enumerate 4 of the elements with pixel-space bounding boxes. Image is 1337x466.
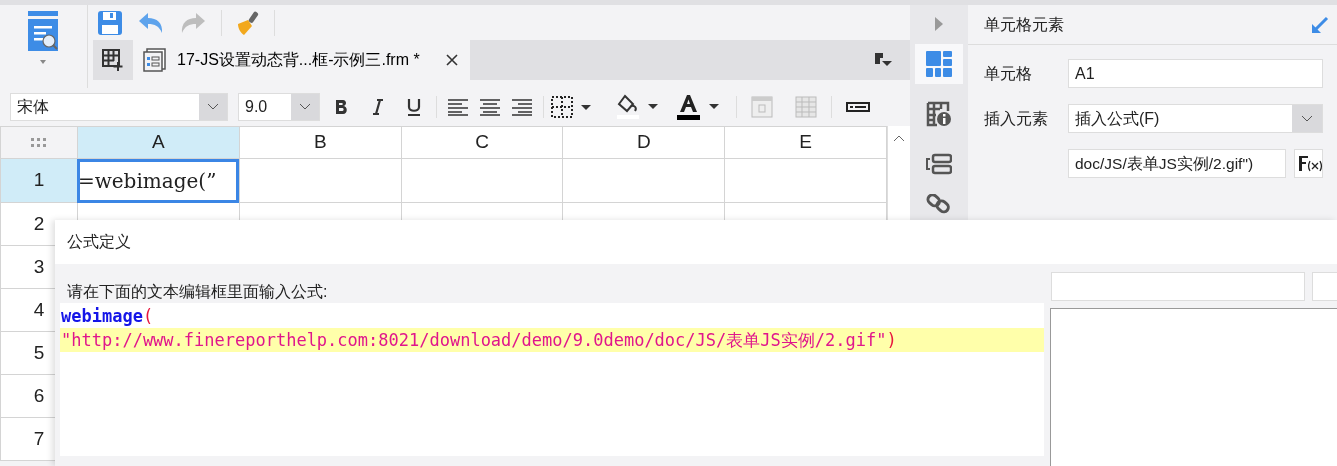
panel-title: 单元格元素 bbox=[984, 14, 1064, 35]
dialog-title: 公式定义 bbox=[55, 220, 1337, 264]
field-label: 单元格 bbox=[984, 63, 1033, 84]
field-label: 插入元素 bbox=[984, 108, 1049, 129]
